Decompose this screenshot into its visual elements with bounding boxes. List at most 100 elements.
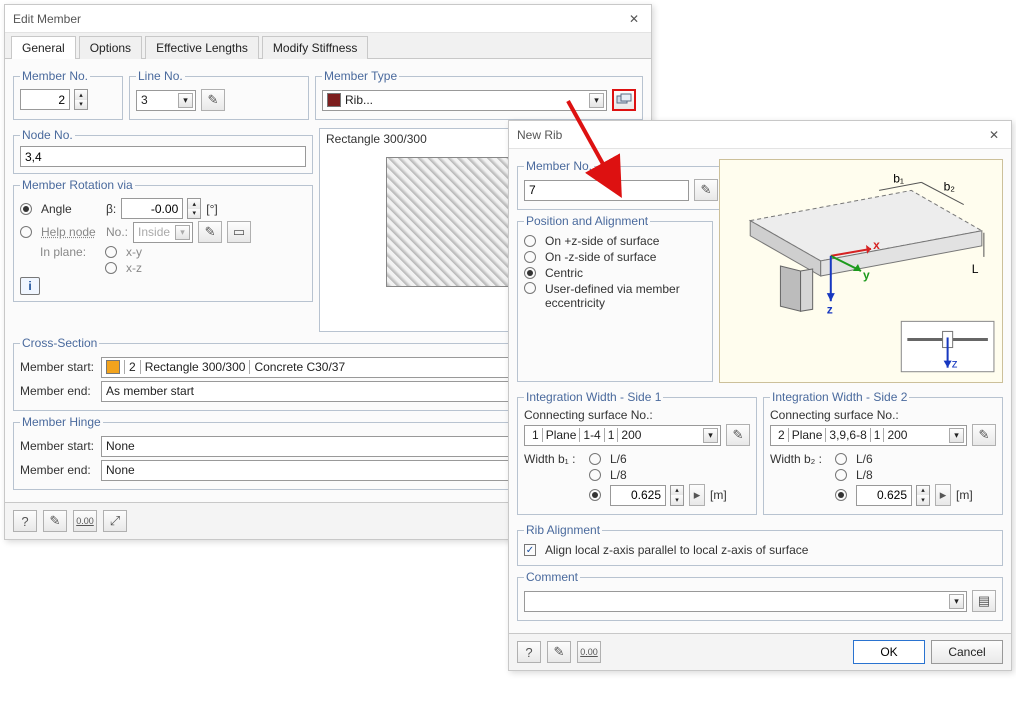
info-icon[interactable]: i [20, 277, 40, 295]
iw1-conn-combo[interactable]: 1 Plane 1-4 1 200 ▾ [524, 425, 721, 446]
tab-options[interactable]: Options [79, 36, 142, 59]
rib-member-pick-button[interactable]: ✎ [694, 179, 718, 201]
iw1-last: 200 [617, 428, 644, 442]
group-iw2: Integration Width - Side 2 Connecting su… [763, 390, 1003, 515]
iw1-l8-radio[interactable] [589, 469, 601, 481]
iw1-pick-button[interactable]: ✎ [726, 424, 750, 446]
tab-efflength[interactable]: Effective Lengths [145, 36, 259, 59]
comment-lib-button[interactable]: ▤ [972, 590, 996, 612]
iw2-spinner[interactable]: ▴▾ [916, 485, 930, 506]
line-no-legend: Line No. [136, 69, 185, 83]
line-no-combo[interactable]: 3 ▾ [136, 90, 196, 111]
axis-z-label: z [827, 302, 833, 316]
help-button[interactable]: ? [13, 510, 37, 532]
inplane-xy-label: x-y [126, 245, 142, 259]
rotation-angle-radio[interactable] [20, 203, 32, 215]
chevron-down-icon: ▾ [589, 93, 604, 108]
iw1-range: 1-4 [579, 428, 603, 442]
iw1-conn-label: Connecting surface No.: [524, 408, 750, 422]
iw2-pick-button[interactable]: ✎ [972, 424, 996, 446]
iw2-conn-combo[interactable]: 2 Plane 3,9,6-8 1 200 ▾ [770, 425, 967, 446]
member-no-spinner[interactable]: ▴▾ [74, 89, 88, 110]
node-no-input[interactable] [20, 146, 306, 167]
rotation-helpnode-radio[interactable] [20, 226, 32, 238]
helpnode-folder-button[interactable]: ▭ [227, 221, 251, 243]
member-type-value: Rib... [345, 93, 373, 107]
iw2-step-button[interactable]: ▸ [935, 484, 951, 506]
rib-align-legend: Rib Alignment [524, 523, 602, 537]
cs-start-mat: Concrete C30/37 [249, 360, 345, 374]
pos-centric-radio[interactable] [524, 267, 536, 279]
rib-member-no-legend: Member No. [524, 159, 594, 173]
edit-member-tabs: General Options Effective Lengths Modify… [5, 33, 651, 59]
beta-spinner[interactable]: ▴▾ [187, 198, 201, 219]
pick-button[interactable]: ⤢ [103, 510, 127, 532]
iw1-step-button[interactable]: ▸ [689, 484, 705, 506]
rotation-angle-label: Angle [41, 202, 101, 216]
rib-align-checkbox[interactable]: ✓ [524, 544, 536, 556]
group-rotation: Member Rotation via Angle β: ▴▾ [°] Help… [13, 178, 313, 302]
pos-userdef-label: User-defined via member eccentricity [545, 282, 695, 310]
dim-L-label: L [972, 262, 979, 276]
hinge-end-value: None [106, 463, 135, 477]
rib-edit-button[interactable]: ✎ [547, 641, 571, 663]
new-rib-close-icon[interactable]: ✕ [985, 126, 1003, 144]
rotation-inside-combo[interactable]: Inside ▾ [133, 222, 193, 243]
new-rib-window: New Rib ✕ Member No. ✎ Position and Alig… [508, 120, 1012, 671]
iw1-n: 1 [529, 428, 542, 442]
iw1-l6-radio[interactable] [589, 453, 601, 465]
iw1-value-input[interactable] [610, 485, 666, 506]
iw2-custom-radio[interactable] [835, 489, 847, 501]
iw2-l8-radio[interactable] [835, 469, 847, 481]
tab-modstiff[interactable]: Modify Stiffness [262, 36, 368, 59]
member-type-props-button[interactable] [612, 89, 636, 111]
iw1-custom-radio[interactable] [589, 489, 601, 501]
pos-minusz-radio[interactable] [524, 251, 536, 263]
new-rib-bottombar: ? ✎ 0.00 OK Cancel [509, 633, 1011, 670]
chevron-down-icon: ▾ [175, 225, 190, 240]
inplane-xy-radio[interactable] [105, 246, 117, 258]
units-button[interactable]: 0.00 [73, 510, 97, 532]
pos-minusz-label: On -z-side of surface [545, 250, 656, 264]
iw2-legend: Integration Width - Side 2 [770, 390, 909, 404]
member-no-input[interactable] [20, 89, 70, 110]
cs-start-swatch [106, 360, 120, 374]
rib-member-no-input[interactable] [524, 180, 689, 201]
hinge-legend: Member Hinge [20, 415, 103, 429]
axis-x-label: x [873, 238, 880, 252]
pick-line-button[interactable]: ✎ [201, 89, 225, 111]
comment-combo[interactable]: ▾ [524, 591, 967, 612]
beta-input[interactable] [121, 198, 183, 219]
rib-ok-button[interactable]: OK [853, 640, 925, 664]
helpnode-pick-button[interactable]: ✎ [198, 221, 222, 243]
iw1-width-label: Width b₁ : [524, 452, 584, 466]
iw1-n2: 1 [604, 428, 618, 442]
pos-plusz-radio[interactable] [524, 235, 536, 247]
node-no-legend: Node No. [20, 128, 75, 142]
rib-help-button[interactable]: ? [517, 641, 541, 663]
rib-units-button[interactable]: 0.00 [577, 641, 601, 663]
rib-align-label: Align local z-axis parallel to local z-a… [545, 543, 808, 557]
pos-align-legend: Position and Alignment [524, 214, 650, 228]
hinge-start-label: Member start: [20, 439, 96, 453]
iw2-n2: 1 [870, 428, 884, 442]
tab-general[interactable]: General [11, 36, 76, 59]
iw1-spinner[interactable]: ▴▾ [670, 485, 684, 506]
inset-z-label: z [952, 357, 958, 371]
rib-cancel-button[interactable]: Cancel [931, 640, 1003, 664]
rib-diagram-svg: x y z b₁ b₂ L z [720, 160, 1002, 382]
member-type-combo[interactable]: Rib... ▾ [322, 90, 607, 111]
iw2-value-input[interactable] [856, 485, 912, 506]
new-rib-titlebar: New Rib ✕ [509, 121, 1011, 149]
inplane-xz-radio[interactable] [105, 262, 117, 274]
beta-unit: [°] [206, 202, 217, 216]
edit-button[interactable]: ✎ [43, 510, 67, 532]
iw2-l6-radio[interactable] [835, 453, 847, 465]
cs-start-label: Member start: [20, 360, 96, 374]
iw1-plane: Plane [542, 428, 580, 442]
cross-section-legend: Cross-Section [20, 336, 99, 350]
pos-userdef-radio[interactable] [524, 282, 536, 294]
iw1-unit: [m] [710, 488, 727, 502]
iw1-l6-label: L/6 [610, 452, 627, 466]
edit-member-close-icon[interactable]: ✕ [625, 10, 643, 28]
